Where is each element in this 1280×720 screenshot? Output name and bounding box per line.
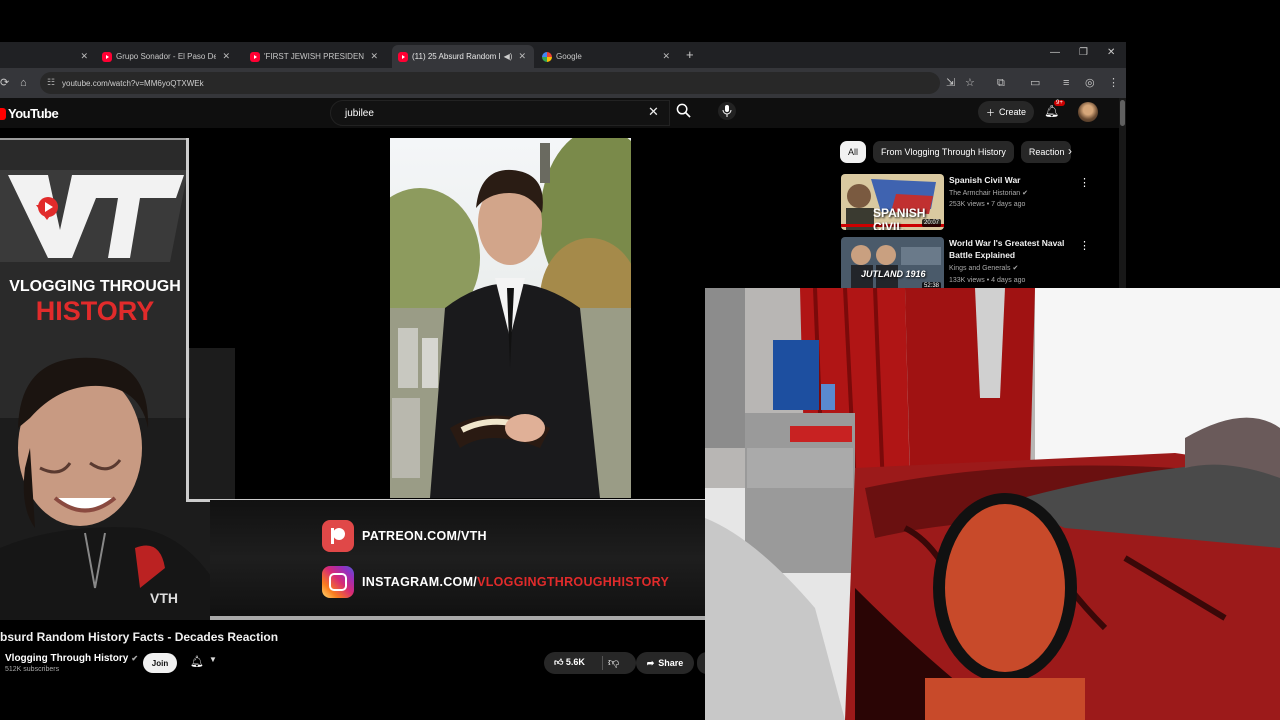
plus-icon: ＋ [986, 107, 996, 118]
close-tab-icon[interactable]: ✕ [370, 51, 378, 62]
youtube-play-icon [0, 107, 6, 120]
notification-badge: 9+ [1054, 100, 1065, 106]
thumbnail-text: JUTLAND 1916 [861, 269, 926, 279]
maximize-icon[interactable]: ❐ [1079, 47, 1088, 58]
microphone-icon[interactable] [718, 102, 736, 120]
verified-icon: ✔ [131, 654, 139, 663]
search-input[interactable]: jubilee [330, 100, 670, 126]
address-bar[interactable]: ☷ youtube.com/watch?v=MM6yoQTXWEk [40, 72, 940, 94]
recommendation-channel: Kings and Generals ✔ [949, 265, 1019, 272]
channel-name[interactable]: Vlogging Through History ✔ [5, 653, 138, 664]
create-button[interactable]: ＋ Create [978, 101, 1035, 123]
chevron-right-icon[interactable]: › [1068, 144, 1072, 158]
share-icon: ➦ [646, 657, 655, 668]
subscribe-bell-icon[interactable]: 🔔︎ [190, 655, 204, 668]
shirt-logo: VTH [150, 590, 178, 606]
notifications-bell-icon[interactable]: 🔔︎ [1044, 104, 1059, 118]
chip-from-channel[interactable]: From Vlogging Through History [873, 141, 1014, 163]
speaker-icon[interactable]: ◀) [504, 52, 513, 61]
clear-search-icon[interactable]: ✕ [648, 104, 659, 120]
search-icon[interactable] [676, 103, 691, 121]
man-reading-bible-photo [390, 138, 631, 498]
patreon-icon [322, 520, 354, 552]
bedroom-webcam-image [705, 288, 1280, 720]
more-options-icon[interactable]: ⋮ [1079, 176, 1090, 189]
bookmark-star-icon[interactable]: ☆ [965, 76, 975, 90]
thumbs-up-icon: 👍︎ [554, 657, 566, 667]
more-options-icon[interactable]: ⋮ [1079, 239, 1090, 252]
social-links-bar [210, 500, 705, 620]
profile-icon[interactable]: ◎ [1085, 76, 1095, 90]
recommendation-thumbnail[interactable]: JUTLAND 1916 52:38 [841, 237, 944, 293]
youtube-header: YouTube jubilee ✕ ＋ Create 🔔︎ 9+ [0, 98, 1126, 128]
chip-reaction[interactable]: Reaction [1020, 141, 1071, 163]
streamer-webcam-overlay [705, 288, 1280, 720]
close-tab-icon[interactable]: ✕ [222, 51, 230, 62]
new-tab-icon[interactable]: + [686, 47, 694, 62]
dislike-button[interactable]: 👎︎ [608, 656, 619, 669]
youtube-icon [398, 51, 408, 62]
video-player[interactable]: VLOGGING THROUGH HISTORY VTH PATREON.COM… [0, 138, 705, 620]
close-window-icon[interactable]: ✕ [1107, 47, 1115, 58]
url-text: youtube.com/watch?v=MM6yoQTXWEk [62, 78, 204, 88]
share-button[interactable]: ➦ Share [636, 652, 694, 674]
google-icon [542, 51, 552, 62]
join-button[interactable]: Join [143, 653, 177, 673]
recommendation-meta: 253K views • 7 days ago [949, 201, 1026, 208]
extensions-icon[interactable]: ⧉ [997, 76, 1005, 90]
verified-icon: ✔ [1022, 190, 1029, 197]
brand-line-1: VLOGGING THROUGH [9, 278, 181, 295]
youtube-logo[interactable]: YouTube [0, 106, 59, 121]
filter-chips: All From Vlogging Through History Reacti… [840, 141, 1071, 163]
brand-line-2: HISTORY [35, 296, 155, 326]
media-icon[interactable]: ≡ [1063, 76, 1069, 90]
menu-icon[interactable]: ⋮ [1108, 76, 1119, 90]
install-icon[interactable]: ⇲ [946, 76, 955, 90]
recommendation-channel: The Armchair Historian ✔ [949, 190, 1029, 197]
vth-logo [0, 170, 188, 262]
scrollbar-thumb[interactable] [1120, 100, 1125, 126]
chip-all[interactable]: All [840, 141, 867, 163]
chevron-down-icon[interactable]: ▼ [209, 655, 217, 664]
reload-icon[interactable]: ⟳ [0, 76, 9, 90]
tab-partial[interactable]: ✕ [0, 45, 96, 68]
page-scrollbar[interactable] [1119, 98, 1126, 288]
minimize-icon[interactable]: — [1050, 47, 1060, 58]
site-info-icon[interactable]: ☷ [47, 77, 55, 88]
like-button[interactable]: 👍︎ 5.6K [554, 657, 585, 668]
video-title: bsurd Random History Facts - Decades Rea… [0, 630, 279, 644]
tab-google[interactable]: Google ✕ [536, 45, 678, 68]
instagram-icon [322, 566, 354, 598]
verified-icon: ✔ [1012, 265, 1019, 272]
duration-badge: 20:07 [921, 219, 941, 227]
recommendation-jutland[interactable]: JUTLAND 1916 52:38 World War I's Greates… [841, 237, 1111, 293]
tab-absurd-history-active[interactable]: (11) 25 Absurd Random History ◀) ✕ [392, 45, 534, 68]
recommendation-meta: 133K views • 4 days ago [949, 277, 1026, 284]
split-view-icon[interactable]: ▭ [1030, 76, 1040, 90]
youtube-icon [102, 51, 112, 62]
instagram-link: INSTAGRAM.COM/VLOGGINGTHROUGHHISTORY [322, 566, 669, 598]
browser-chrome: Grupo Sonador - El Paso Del Gato ✕ 'FIRS… [0, 42, 1126, 98]
close-tab-icon[interactable]: ✕ [518, 51, 526, 62]
patreon-link: PATREON.COM/VTH [322, 520, 487, 552]
close-tab-icon[interactable]: ✕ [80, 51, 88, 62]
tab-first-jewish-president[interactable]: 'FIRST JEWISH PRESIDENT': Adam ✕ [244, 45, 386, 68]
avatar[interactable] [1078, 102, 1098, 122]
like-dislike-bar: 👍︎ 5.6K 👎︎ [544, 652, 636, 674]
recommendation-spanish-civil-war[interactable]: SPANISH CIVIL 20:07 Spanish Civil War Th… [841, 174, 1111, 230]
close-tab-icon[interactable]: ✕ [662, 51, 670, 62]
subscriber-count: 512K subscribers [5, 666, 60, 673]
home-icon[interactable]: ⌂ [20, 76, 27, 90]
recommendation-thumbnail[interactable]: SPANISH CIVIL 20:07 [841, 174, 944, 230]
recommendation-title: World War I's Greatest Naval Battle Expl… [949, 238, 1065, 260]
recommendation-title: Spanish Civil War [949, 175, 1021, 185]
youtube-icon [250, 51, 260, 62]
browser-toolbar: ⟳ ⌂ ☷ youtube.com/watch?v=MM6yoQTXWEk ⇲ … [0, 68, 1126, 98]
tab-grupo-sonador[interactable]: Grupo Sonador - El Paso Del Gato ✕ [96, 45, 238, 68]
screen: Grupo Sonador - El Paso Del Gato ✕ 'FIRS… [0, 0, 1280, 720]
thumbs-down-icon: 👎︎ [608, 657, 620, 669]
tab-strip: Grupo Sonador - El Paso Del Gato ✕ 'FIRS… [0, 42, 1126, 68]
